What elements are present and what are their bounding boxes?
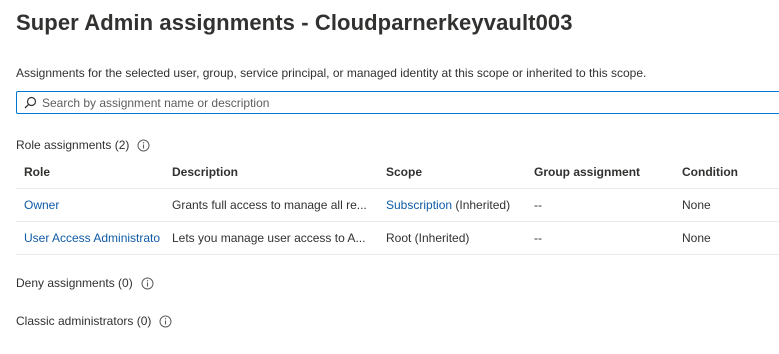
search-input[interactable] <box>42 95 742 110</box>
deny-assignments-heading: Deny assignments (0) <box>16 276 154 290</box>
table-header-row: Role Description Scope Group assignment … <box>16 156 779 189</box>
role-link-user-access-administrator[interactable]: User Access Administrato <box>16 231 164 245</box>
row-description: Grants full access to manage all re... <box>172 198 367 212</box>
row-condition: None <box>682 198 711 212</box>
row-description: Lets you manage user access to A... <box>172 231 366 245</box>
row-group-assignment: -- <box>534 198 542 212</box>
row-group-assignment: -- <box>534 231 542 245</box>
column-header-scope[interactable]: Scope <box>378 165 526 179</box>
deny-assignments-label: Deny assignments (0) <box>16 276 133 290</box>
search-box[interactable] <box>16 91 779 114</box>
info-icon[interactable] <box>141 277 154 290</box>
role-link-owner[interactable]: Owner <box>16 198 164 212</box>
role-assignments-label: Role assignments (2) <box>16 138 130 152</box>
page: Super Admin assignments - Cloudparnerkey… <box>0 0 779 354</box>
scope-suffix: Root (Inherited) <box>386 231 470 245</box>
role-assignments-table: Role Description Scope Group assignment … <box>16 156 779 255</box>
row-scope: Subscription (Inherited) <box>378 198 526 212</box>
table-row: User Access Administrato Lets you manage… <box>16 222 779 255</box>
table-row: Owner Grants full access to manage all r… <box>16 189 779 222</box>
scope-link-subscription[interactable]: Subscription <box>386 198 452 212</box>
column-header-role[interactable]: Role <box>16 165 164 179</box>
role-assignments-heading: Role assignments (2) <box>16 138 150 152</box>
info-icon[interactable] <box>159 315 172 328</box>
page-title: Super Admin assignments - Cloudparnerkey… <box>16 10 573 35</box>
info-icon[interactable] <box>137 139 150 152</box>
scope-suffix: (Inherited) <box>452 198 511 212</box>
column-header-group-assignment[interactable]: Group assignment <box>526 165 674 179</box>
row-scope: Root (Inherited) <box>378 231 526 245</box>
row-condition: None <box>682 231 711 245</box>
search-icon <box>23 96 37 110</box>
column-header-condition[interactable]: Condition <box>674 165 779 179</box>
page-subtitle: Assignments for the selected user, group… <box>16 66 647 80</box>
classic-administrators-label: Classic administrators (0) <box>16 314 152 328</box>
column-header-description[interactable]: Description <box>164 165 378 179</box>
classic-administrators-heading: Classic administrators (0) <box>16 314 172 328</box>
